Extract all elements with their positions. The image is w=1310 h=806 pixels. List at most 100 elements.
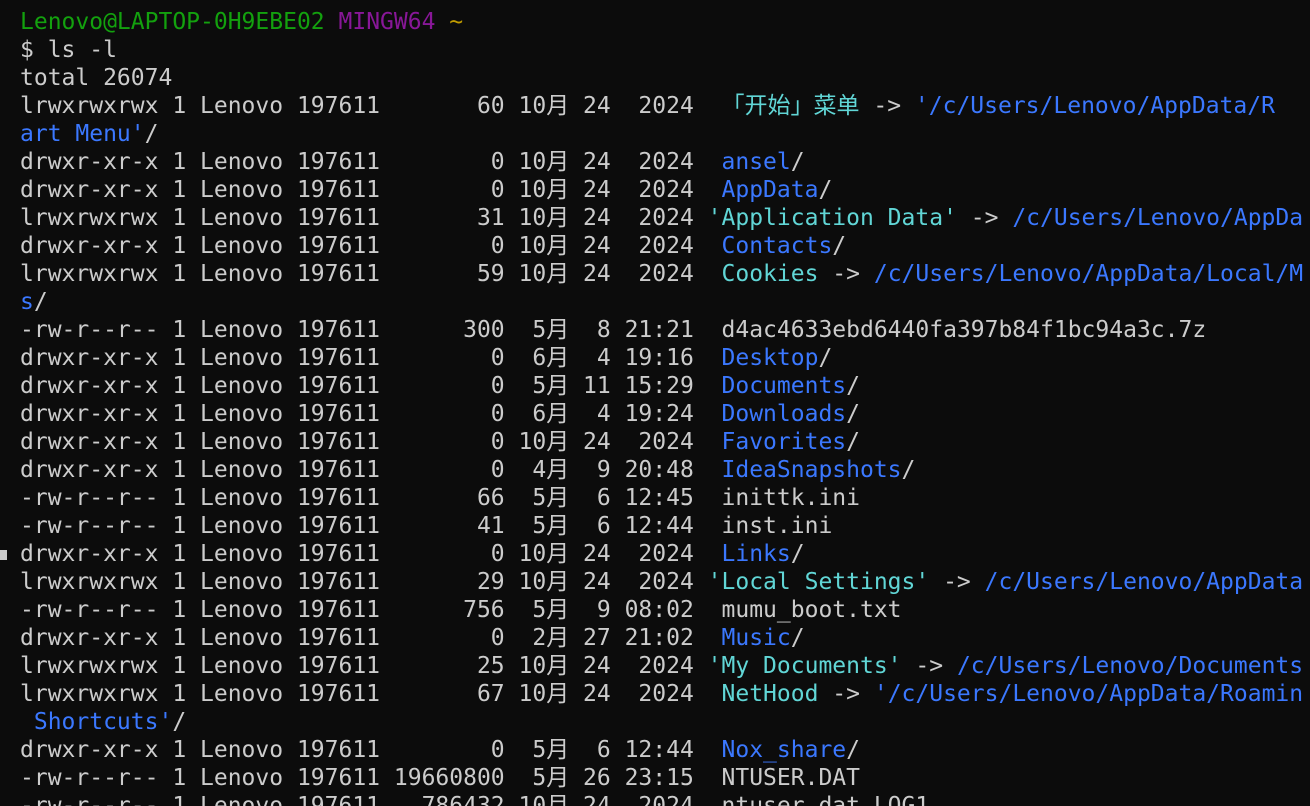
terminal-line-entry: lrwxrwxrwx 1 Lenovo 197611 60 10月 24 202… bbox=[20, 92, 1310, 120]
terminal-text-span: lrwxrwxrwx 1 Lenovo 197611 60 10月 24 202… bbox=[20, 93, 722, 119]
terminal-text-span: Music bbox=[721, 625, 791, 651]
terminal-line-entry: -rw-r--r-- 1 Lenovo 197611 786432 10月 24… bbox=[20, 792, 1310, 806]
terminal-text-span: -> bbox=[956, 205, 1013, 231]
terminal-text-span: MINGW64 bbox=[338, 9, 436, 35]
terminal-text-span: / bbox=[818, 177, 833, 203]
terminal-text-span: / bbox=[846, 373, 860, 399]
terminal-line-entry: drwxr-xr-x 1 Lenovo 197611 0 6月 4 19:24 … bbox=[20, 400, 1310, 428]
terminal-text-span: s bbox=[20, 289, 34, 315]
terminal-line-entry: lrwxrwxrwx 1 Lenovo 197611 59 10月 24 202… bbox=[20, 260, 1310, 288]
terminal-line-entry: -rw-r--r-- 1 Lenovo 197611 66 5月 6 12:45… bbox=[20, 484, 1310, 512]
terminal-text-span: -rw-r--r-- 1 Lenovo 197611 786432 10月 24… bbox=[20, 793, 930, 806]
terminal-text-span: lrwxrwxrwx 1 Lenovo 197611 59 10月 24 202… bbox=[20, 261, 722, 287]
terminal-text-span: / bbox=[790, 149, 805, 175]
terminal-text-span: / bbox=[790, 625, 805, 651]
terminal-text-span: lrwxrwxrwx 1 Lenovo 197611 25 10月 24 202… bbox=[20, 653, 708, 679]
terminal-text-span: drwxr-xr-x 1 Lenovo 197611 0 10月 24 2024 bbox=[20, 429, 722, 455]
terminal-line-entry: drwxr-xr-x 1 Lenovo 197611 0 6月 4 19:16 … bbox=[20, 344, 1310, 372]
terminal-text-span: -> bbox=[901, 653, 957, 679]
terminal-text-span: / bbox=[172, 709, 187, 735]
terminal-line-entry: drwxr-xr-x 1 Lenovo 197611 0 2月 27 21:02… bbox=[20, 624, 1310, 652]
terminal-text-span: / bbox=[846, 401, 860, 427]
terminal-line-wrap: s/ bbox=[20, 288, 1310, 316]
terminal-line-entry: drwxr-xr-x 1 Lenovo 197611 0 5月 11 15:29… bbox=[20, 372, 1310, 400]
terminal-text-span: -rw-r--r-- 1 Lenovo 197611 756 5月 9 08:0… bbox=[20, 597, 902, 623]
terminal-text-span: /c/Users/Lenovo/AppDa bbox=[1012, 205, 1304, 231]
terminal-line-entry: drwxr-xr-x 1 Lenovo 197611 0 10月 24 2024… bbox=[20, 176, 1310, 204]
terminal-text-span: Shortcuts' bbox=[20, 709, 173, 735]
terminal-line-entry: lrwxrwxrwx 1 Lenovo 197611 31 10月 24 202… bbox=[20, 204, 1310, 232]
terminal-line-entry: lrwxrwxrwx 1 Lenovo 197611 25 10月 24 202… bbox=[20, 652, 1310, 680]
terminal-text-span: art Menu' bbox=[20, 121, 145, 147]
terminal-text-span: AppData bbox=[721, 177, 819, 203]
terminal-text-span: '/c/Users/Lenovo/AppData/Roamin bbox=[873, 681, 1304, 707]
terminal-text-span: $ ls -l bbox=[20, 37, 117, 63]
terminal-window[interactable]: Lenovo@LAPTOP-0H9EBE02 MINGW64 ~ $ ls -l t… bbox=[0, 0, 1310, 806]
terminal-text-span: -> bbox=[818, 681, 874, 707]
terminal-text-span bbox=[325, 9, 339, 35]
terminal-line-entry: -rw-r--r-- 1 Lenovo 197611 19660800 5月 2… bbox=[20, 764, 1310, 792]
terminal-text-span: 'My Documents' bbox=[707, 653, 902, 679]
terminal-output: Lenovo@LAPTOP-0H9EBE02 MINGW64 ~ $ ls -l t… bbox=[20, 8, 1310, 806]
terminal-text-span: Desktop bbox=[721, 345, 819, 371]
terminal-line-command: $ ls -l bbox=[20, 36, 1310, 64]
terminal-text-span: -> bbox=[929, 569, 985, 595]
terminal-text-span: / bbox=[818, 345, 833, 371]
terminal-text-span: IdeaSnapshots bbox=[721, 457, 902, 483]
terminal-line-entry: drwxr-xr-x 1 Lenovo 197611 0 10月 24 2024… bbox=[20, 428, 1310, 456]
terminal-text-span: Documents bbox=[721, 373, 847, 399]
terminal-text-span: Cookies bbox=[721, 261, 819, 287]
terminal-line-output: total 26074 bbox=[20, 64, 1310, 92]
terminal-text-span: /c/Users/Lenovo/Documents bbox=[956, 653, 1304, 679]
terminal-line-entry: -rw-r--r-- 1 Lenovo 197611 41 5月 6 12:44… bbox=[20, 512, 1310, 540]
terminal-text-span: total 26074 bbox=[20, 65, 173, 91]
terminal-text-span: drwxr-xr-x 1 Lenovo 197611 0 2月 27 21:02 bbox=[20, 625, 722, 651]
terminal-text-span: drwxr-xr-x 1 Lenovo 197611 0 6月 4 19:24 bbox=[20, 401, 722, 427]
terminal-text-span: 「开始」菜单 bbox=[721, 93, 860, 119]
terminal-line-entry: drwxr-xr-x 1 Lenovo 197611 0 10月 24 2024… bbox=[20, 148, 1310, 176]
terminal-text-span: /c/Users/Lenovo/AppData/Local/M bbox=[873, 261, 1304, 287]
terminal-text-span: lrwxrwxrwx 1 Lenovo 197611 67 10月 24 202… bbox=[20, 681, 722, 707]
terminal-text-span: ansel bbox=[721, 149, 791, 175]
terminal-text-span: Downloads bbox=[721, 401, 847, 427]
terminal-text-span: drwxr-xr-x 1 Lenovo 197611 0 10月 24 2024 bbox=[20, 541, 722, 567]
terminal-text-span: lrwxrwxrwx 1 Lenovo 197611 29 10月 24 202… bbox=[20, 569, 708, 595]
terminal-line-entry: drwxr-xr-x 1 Lenovo 197611 0 10月 24 2024… bbox=[20, 540, 1310, 568]
terminal-text-span: Links bbox=[721, 541, 791, 567]
terminal-text-span bbox=[435, 9, 449, 35]
terminal-text-span: drwxr-xr-x 1 Lenovo 197611 0 5月 11 15:29 bbox=[20, 373, 722, 399]
terminal-text-span: drwxr-xr-x 1 Lenovo 197611 0 10月 24 2024 bbox=[20, 233, 722, 259]
terminal-text-span: / bbox=[790, 541, 805, 567]
terminal-text-span: /c/Users/Lenovo/AppData bbox=[984, 569, 1304, 595]
terminal-text-span: -rw-r--r-- 1 Lenovo 197611 19660800 5月 2… bbox=[20, 765, 860, 791]
terminal-text-span: 'Application Data' bbox=[707, 205, 957, 231]
terminal-line-entry: lrwxrwxrwx 1 Lenovo 197611 29 10月 24 202… bbox=[20, 568, 1310, 596]
terminal-text-span: / bbox=[901, 457, 916, 483]
terminal-text-span: Favorites bbox=[721, 429, 847, 455]
terminal-line-wrap: Shortcuts'/ bbox=[20, 708, 1310, 736]
terminal-text-span: drwxr-xr-x 1 Lenovo 197611 0 6月 4 19:16 bbox=[20, 345, 722, 371]
terminal-text-span: drwxr-xr-x 1 Lenovo 197611 0 4月 9 20:48 bbox=[20, 457, 722, 483]
terminal-text-span: drwxr-xr-x 1 Lenovo 197611 0 10月 24 2024 bbox=[20, 177, 722, 203]
terminal-line-entry: -rw-r--r-- 1 Lenovo 197611 300 5月 8 21:2… bbox=[20, 316, 1310, 344]
terminal-text-span: NetHood bbox=[721, 681, 819, 707]
terminal-text-span: / bbox=[33, 289, 48, 315]
terminal-text-span: / bbox=[144, 121, 159, 147]
terminal-text-span: Nox_share bbox=[721, 737, 847, 763]
terminal-line-entry: -rw-r--r-- 1 Lenovo 197611 756 5月 9 08:0… bbox=[20, 596, 1310, 624]
terminal-line-prompt: Lenovo@LAPTOP-0H9EBE02 MINGW64 ~ bbox=[20, 8, 1310, 36]
terminal-text-span: ~ bbox=[449, 9, 464, 35]
terminal-line-wrap: art Menu'/ bbox=[20, 120, 1310, 148]
terminal-text-span: / bbox=[846, 737, 860, 763]
cursor-marker bbox=[0, 550, 7, 560]
terminal-text-span: -> bbox=[859, 93, 915, 119]
terminal-line-entry: lrwxrwxrwx 1 Lenovo 197611 67 10月 24 202… bbox=[20, 680, 1310, 708]
terminal-text-span: 'Local Settings' bbox=[707, 569, 930, 595]
terminal-line-entry: drwxr-xr-x 1 Lenovo 197611 0 5月 6 12:44 … bbox=[20, 736, 1310, 764]
terminal-text-span: '/c/Users/Lenovo/AppData/R bbox=[914, 93, 1275, 119]
terminal-text-span: lrwxrwxrwx 1 Lenovo 197611 31 10月 24 202… bbox=[20, 205, 708, 231]
terminal-text-span: -rw-r--r-- 1 Lenovo 197611 66 5月 6 12:45… bbox=[20, 485, 860, 511]
terminal-text-span: drwxr-xr-x 1 Lenovo 197611 0 5月 6 12:44 bbox=[20, 737, 722, 763]
terminal-line-entry: drwxr-xr-x 1 Lenovo 197611 0 10月 24 2024… bbox=[20, 232, 1310, 260]
terminal-text-span: -> bbox=[818, 261, 874, 287]
